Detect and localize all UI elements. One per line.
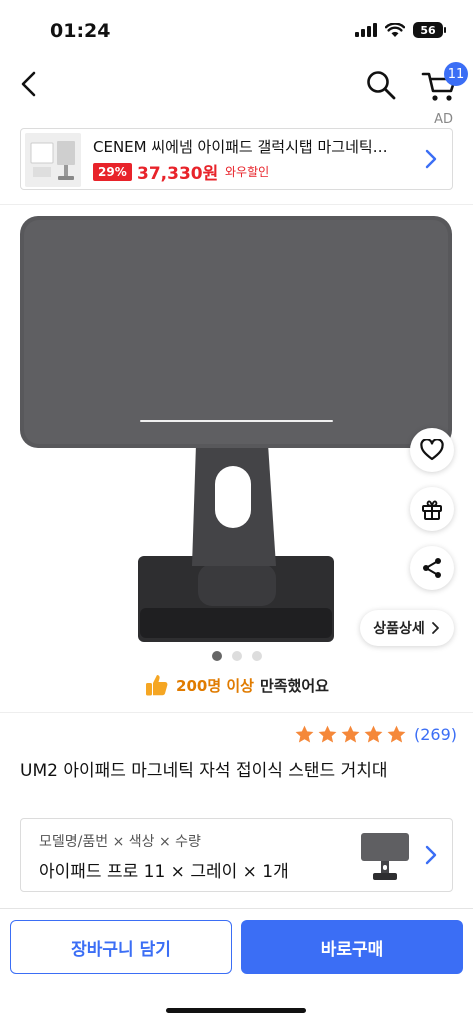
buy-now-button[interactable]: 바로구매 — [241, 920, 463, 974]
ad-price: 37,330원 — [137, 164, 219, 184]
star-icon — [364, 725, 383, 743]
satisfaction-banner: 200명 이상 만족했어요 — [0, 672, 473, 698]
heart-icon — [420, 439, 444, 461]
rating[interactable]: (269) — [294, 724, 457, 745]
status-bar: 01:24 56 — [0, 0, 473, 58]
add-to-cart-button[interactable]: 장바구니 담기 — [10, 920, 232, 974]
ad-banner[interactable]: CENEM 씨에넴 아이패드 갤럭시탭 마그네틱… 29% 37,330원 와우… — [20, 128, 453, 190]
star-icon — [341, 725, 360, 743]
status-time: 01:24 — [50, 20, 111, 42]
product-title: UM2 아이패드 마그네틱 자석 접이식 스탠드 거치대 — [20, 761, 388, 781]
option-value: 아이패드 프로 11 × 그레이 × 1개 — [39, 862, 289, 882]
satisfaction-text: 만족했어요 — [259, 676, 329, 695]
pagination-dot[interactable] — [232, 651, 242, 661]
ad-thumbnail — [25, 133, 81, 187]
status-icons: 56 — [355, 22, 446, 38]
option-thumbnail — [361, 833, 409, 880]
pagination-dot[interactable] — [212, 651, 222, 661]
chevron-right-icon — [431, 622, 439, 634]
home-indicator — [166, 1008, 306, 1013]
chevron-right-icon — [425, 149, 437, 169]
satisfaction-count: 200명 이상 — [176, 676, 254, 695]
option-selector[interactable]: 모델명/품번 × 색상 × 수량 아이패드 프로 11 × 그레이 × 1개 — [20, 818, 453, 892]
header — [0, 58, 473, 110]
product-image[interactable] — [0, 206, 473, 646]
wishlist-button[interactable] — [410, 428, 454, 472]
divider — [0, 712, 473, 713]
ad-discount-badge: 29% — [93, 163, 132, 181]
ad-label: AD — [434, 112, 453, 127]
star-icon — [295, 725, 314, 743]
option-label: 모델명/품번 × 색상 × 수량 — [39, 834, 201, 850]
thumbs-up-icon — [146, 675, 168, 696]
battery-level: 56 — [420, 23, 436, 37]
search-icon[interactable] — [364, 68, 398, 102]
divider — [0, 204, 473, 205]
divider — [0, 908, 473, 909]
star-icon — [318, 725, 337, 743]
share-icon — [423, 558, 441, 578]
gift-button[interactable] — [410, 487, 454, 531]
wifi-icon — [385, 22, 405, 37]
battery-icon: 56 — [413, 22, 446, 38]
chevron-right-icon — [425, 845, 437, 865]
product-detail-label: 상품상세 — [373, 621, 425, 637]
star-icon — [387, 725, 406, 743]
image-pagination — [212, 651, 262, 661]
ad-title: CENEM 씨에넴 아이패드 갤럭시탭 마그네틱… — [93, 138, 388, 156]
ad-wow-discount-tag: 와우할인 — [225, 165, 270, 179]
back-arrow-icon[interactable] — [14, 68, 46, 100]
signal-icon — [355, 23, 377, 37]
pagination-dot[interactable] — [252, 651, 262, 661]
cart-count-badge: 11 — [444, 62, 468, 86]
product-detail-button[interactable]: 상품상세 — [360, 610, 454, 646]
gift-icon — [422, 500, 442, 520]
share-button[interactable] — [410, 546, 454, 590]
review-count-link[interactable]: (269) — [414, 725, 457, 744]
